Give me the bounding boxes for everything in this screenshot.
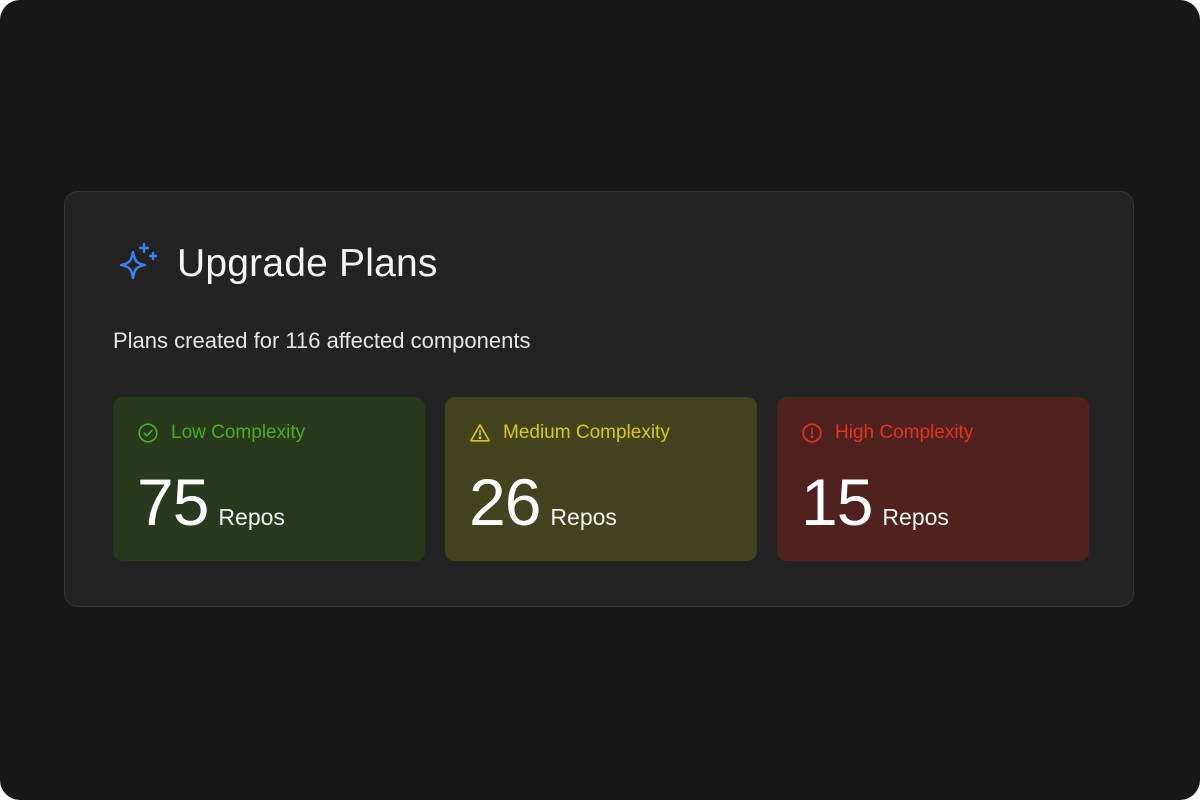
alert-circle-icon bbox=[802, 423, 822, 443]
warning-triangle-icon bbox=[470, 424, 490, 442]
repo-count: 26 bbox=[469, 465, 541, 539]
check-circle-icon bbox=[138, 423, 158, 443]
card-header: High Complexity bbox=[801, 420, 973, 446]
card-low-complexity[interactable]: Low Complexity 75 Repos bbox=[113, 397, 425, 561]
card-header: Low Complexity bbox=[137, 420, 305, 446]
card-value: 26 Repos bbox=[469, 467, 617, 537]
card-value: 75 Repos bbox=[137, 467, 285, 537]
panel-header: Upgrade Plans bbox=[113, 240, 438, 288]
repo-count: 15 bbox=[801, 465, 873, 539]
card-header: Medium Complexity bbox=[469, 420, 670, 446]
page-title: Upgrade Plans bbox=[177, 242, 438, 285]
upgrade-plans-panel: Upgrade Plans Plans created for 116 affe… bbox=[64, 191, 1134, 607]
repo-count: 75 bbox=[137, 465, 209, 539]
summary-text: Plans created for 116 affected component… bbox=[113, 328, 531, 353]
sparkle-icon bbox=[119, 242, 158, 280]
card-value: 15 Repos bbox=[801, 467, 949, 537]
complexity-cards: Low Complexity 75 Repos Medium Complexit… bbox=[113, 397, 1089, 561]
card-label: Medium Complexity bbox=[503, 422, 670, 443]
card-label: Low Complexity bbox=[171, 422, 306, 443]
card-high-complexity[interactable]: High Complexity 15 Repos bbox=[777, 397, 1089, 561]
card-medium-complexity[interactable]: Medium Complexity 26 Repos bbox=[445, 397, 757, 561]
repo-unit: Repos bbox=[882, 504, 949, 530]
repo-unit: Repos bbox=[218, 504, 285, 530]
card-label: High Complexity bbox=[835, 422, 974, 443]
repo-unit: Repos bbox=[550, 504, 617, 530]
app-frame: Upgrade Plans Plans created for 116 affe… bbox=[0, 0, 1200, 800]
